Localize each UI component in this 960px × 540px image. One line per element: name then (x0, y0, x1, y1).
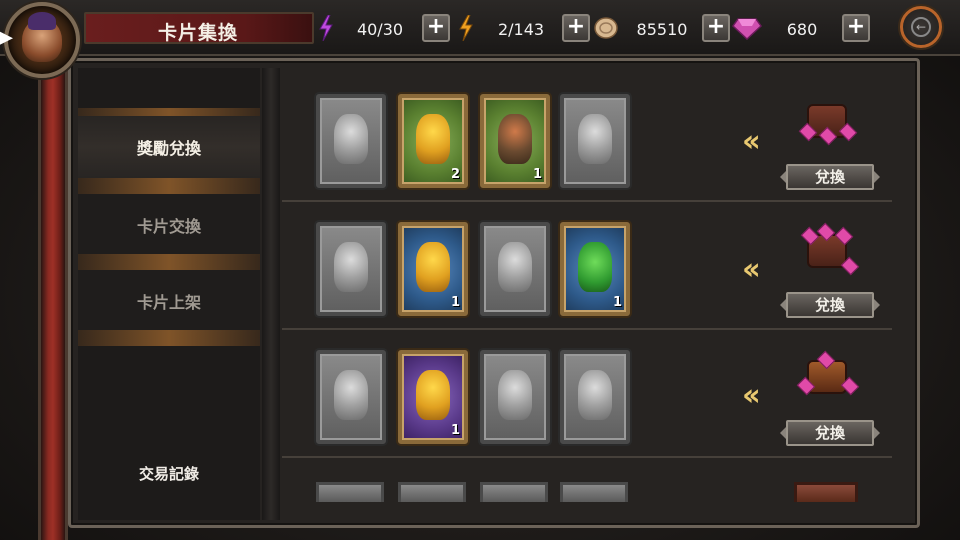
reward-icon (794, 482, 858, 502)
trade-history-button[interactable]: 交易記錄 (78, 442, 260, 504)
exchange-row: 1 1 ‹‹ 兌換 (282, 204, 892, 330)
chocobo-icon (416, 242, 450, 292)
exchange-list: 2 1 ‹‹ 兌換 1 1 ‹‹ 兌換 1 ‹‹ 兌換 (282, 68, 912, 520)
chocobo-icon (416, 114, 450, 164)
cactuar-icon (578, 242, 612, 292)
card-slot[interactable] (560, 94, 630, 188)
add-gems-button[interactable]: + (842, 14, 870, 42)
double-chevron-left-icon: ‹‹ (742, 252, 761, 287)
energy-value: 2/143 (497, 19, 545, 39)
add-energy-button[interactable]: + (562, 14, 590, 42)
gems-value: 680 (786, 19, 818, 39)
panel-separator (262, 68, 280, 520)
card-slot[interactable] (316, 94, 386, 188)
knight-icon (334, 370, 368, 420)
card-count: 1 (450, 295, 460, 310)
card-slot[interactable] (560, 350, 630, 444)
title-banner: 卡片集換 (84, 12, 314, 44)
double-chevron-left-icon: ‹‹ (742, 378, 761, 413)
sidebar-item-reward-exchange[interactable]: 獎勵兌換 (78, 116, 260, 178)
card-slot[interactable]: 1 (560, 222, 630, 316)
sidebar: 獎勵兌換 卡片交換 卡片上架 交易記錄 (78, 68, 260, 520)
lightning-purple-icon (319, 15, 333, 41)
chocobo-icon (416, 370, 450, 420)
card-count: 1 (532, 167, 542, 182)
card-slot[interactable] (316, 222, 386, 316)
gem-chest-icon (797, 222, 860, 278)
lightning-orange-icon (459, 15, 473, 41)
diamond-icon (732, 18, 762, 40)
card-slot[interactable] (480, 350, 550, 444)
coin-icon (594, 17, 618, 39)
top-bar: 卡片集換 40/30 + 2/143 + 85510 + 680 + ← (0, 0, 960, 56)
ghost-icon (498, 370, 532, 420)
card-count: 1 (612, 295, 622, 310)
home-button[interactable]: ← (900, 6, 942, 48)
add-coins-button[interactable]: + (702, 14, 730, 42)
sidebar-divider (78, 178, 260, 194)
double-chevron-left-icon: ‹‹ (742, 124, 761, 159)
coins-value: 85510 (636, 19, 688, 39)
card-slot[interactable]: 2 (398, 94, 468, 188)
side-arrow-icon: ▸ (0, 19, 14, 54)
card-slot[interactable]: 1 (398, 350, 468, 444)
moogle-icon (334, 242, 368, 292)
ghost-icon (498, 242, 532, 292)
moogle-icon (334, 114, 368, 164)
exchange-row: 2 1 ‹‹ 兌換 (282, 76, 892, 202)
mage-icon (498, 114, 532, 164)
exchange-row: 1 ‹‹ 兌換 (282, 332, 892, 458)
card-slot[interactable]: 1 (398, 222, 468, 316)
stamina-value: 40/30 (356, 19, 404, 39)
home-icon: ← (911, 17, 931, 37)
sidebar-item-card-trade[interactable]: 卡片交換 (78, 194, 260, 256)
card-count: 1 (450, 423, 460, 438)
card-slot (480, 482, 548, 502)
sidebar-divider (78, 330, 260, 346)
card-count: 2 (450, 167, 460, 182)
sidebar-divider (78, 254, 260, 270)
exchange-button[interactable]: 兌換 (780, 420, 880, 446)
card-slot[interactable] (316, 350, 386, 444)
card-slot (560, 482, 628, 502)
card-slot (316, 482, 384, 502)
add-stamina-button[interactable]: + (422, 14, 450, 42)
page-title: 卡片集換 (158, 22, 239, 44)
cactuar-icon (578, 370, 612, 420)
avatar-portrait (22, 12, 62, 62)
cactuar-icon (578, 114, 612, 164)
treasure-chest-icon (796, 350, 860, 404)
card-slot (398, 482, 466, 502)
exchange-button[interactable]: 兌換 (780, 292, 880, 318)
decor-stripe (38, 56, 68, 540)
backpack-gems-icon (797, 96, 858, 148)
exchange-button[interactable]: 兌換 (780, 164, 880, 190)
card-slot[interactable]: 1 (480, 94, 550, 188)
sidebar-item-card-listing[interactable]: 卡片上架 (78, 270, 260, 332)
card-slot[interactable] (480, 222, 550, 316)
